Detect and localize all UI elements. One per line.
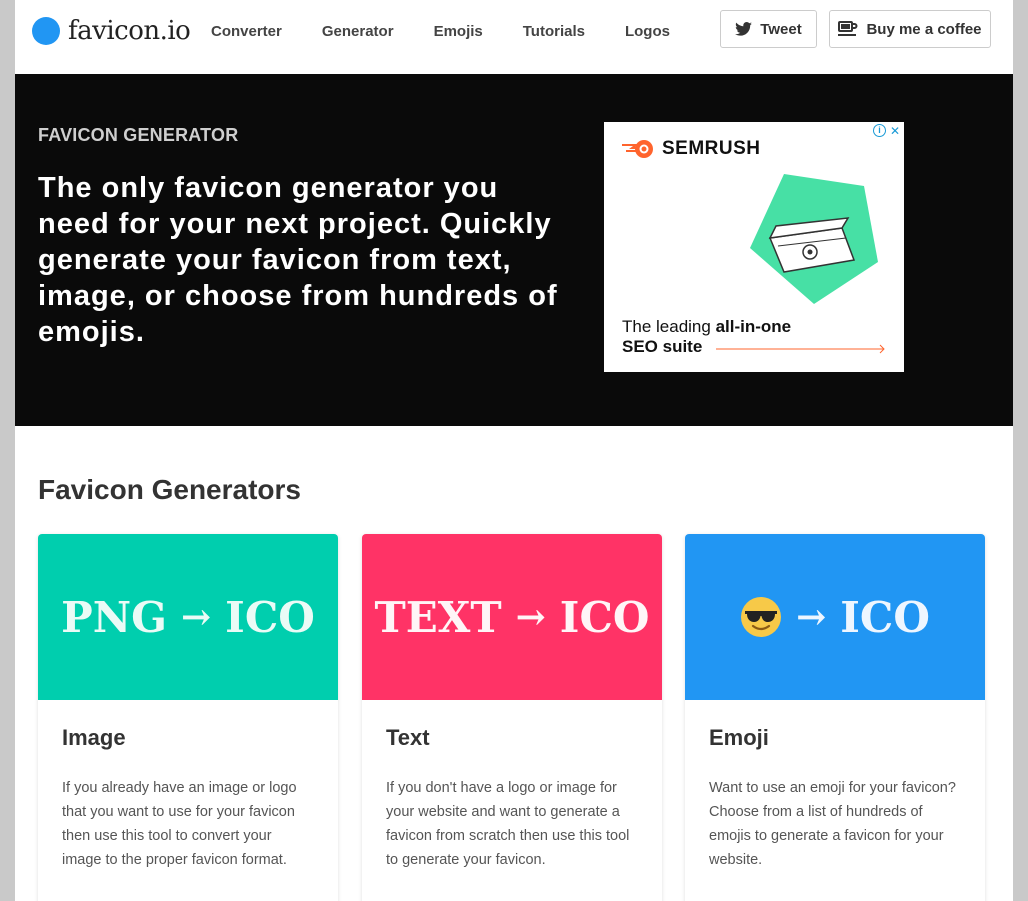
card-description: If you already have an image or logo tha… xyxy=(62,780,297,868)
twitter-icon xyxy=(735,22,753,36)
card-text[interactable]: TEXT → ICO Text If you don't have a logo… xyxy=(362,534,662,901)
ad-tagline-line2: SEO suite xyxy=(622,337,703,356)
nav-links: Converter Generator Emojis Tutorials Log… xyxy=(211,0,710,62)
nav-link-converter[interactable]: Converter xyxy=(211,23,282,40)
card-description: If you don't have a logo or image for yo… xyxy=(386,780,630,868)
card-title: Image xyxy=(62,725,126,750)
hero: FAVICON GENERATOR The only favicon gener… xyxy=(15,74,1013,426)
sunglasses-emoji-icon xyxy=(741,597,782,637)
ad-brand-name: SEMRUSH xyxy=(662,138,761,159)
section-title: Favicon Generators xyxy=(38,474,301,505)
logo-dot-icon xyxy=(32,17,60,45)
card-banner: TEXT → ICO xyxy=(362,534,662,700)
card-banner: PNG → ICO xyxy=(38,534,338,700)
advertisement[interactable]: i ✕ SEMRUSH The leading all-in-one SEO s… xyxy=(604,122,904,372)
nav-link-generator[interactable]: Generator xyxy=(322,23,394,40)
ad-arrow-icon xyxy=(716,344,885,354)
banner-right: ICO xyxy=(840,592,930,642)
banner-left: PNG xyxy=(61,592,167,642)
arrow-right-icon: → xyxy=(181,596,212,638)
ad-toolbox-graphic xyxy=(750,174,878,304)
buy-coffee-button[interactable]: Buy me a coffee xyxy=(829,10,991,48)
banner-right: ICO xyxy=(225,592,315,642)
top-nav: favicon.io Converter Generator Emojis Tu… xyxy=(15,0,1013,74)
tweet-button[interactable]: Tweet xyxy=(720,10,817,48)
card-image[interactable]: PNG → ICO Image If you already have an i… xyxy=(38,534,338,901)
banner-right: ICO xyxy=(559,592,650,642)
hero-kicker: FAVICON GENERATOR xyxy=(38,125,239,145)
arrow-right-icon: → xyxy=(796,596,827,638)
coffee-label: Buy me a coffee xyxy=(866,20,982,38)
ad-brand: SEMRUSH xyxy=(622,138,761,160)
tweet-label: Tweet xyxy=(760,20,802,38)
card-title: Emoji xyxy=(709,725,769,750)
arrow-right-icon: → xyxy=(515,596,546,638)
nav-link-tutorials[interactable]: Tutorials xyxy=(523,23,585,40)
ad-info-icon[interactable]: i xyxy=(873,124,886,137)
semrush-flame-icon xyxy=(622,140,653,158)
card-description: Want to use an emoji for your favicon? C… xyxy=(709,780,956,868)
hero-title: The only favicon generator you need for … xyxy=(38,172,558,348)
page: favicon.io Converter Generator Emojis Tu… xyxy=(15,0,1013,901)
coffee-cup-icon xyxy=(838,21,858,36)
ad-close-icon[interactable]: ✕ xyxy=(890,124,900,138)
ad-tagline-bold: all-in-one xyxy=(715,317,792,336)
nav-link-emojis[interactable]: Emojis xyxy=(434,23,483,40)
banner-left: TEXT xyxy=(374,592,502,642)
card-emoji[interactable]: → ICO Emoji Want to use an emoji for you… xyxy=(685,534,985,901)
logo-text: favicon.io xyxy=(68,16,191,46)
ad-tagline-pre: The leading xyxy=(622,317,716,336)
card-title: Text xyxy=(386,725,430,750)
site-logo[interactable]: favicon.io xyxy=(32,15,191,47)
nav-link-logos[interactable]: Logos xyxy=(625,23,670,40)
card-banner: → ICO xyxy=(685,534,985,700)
